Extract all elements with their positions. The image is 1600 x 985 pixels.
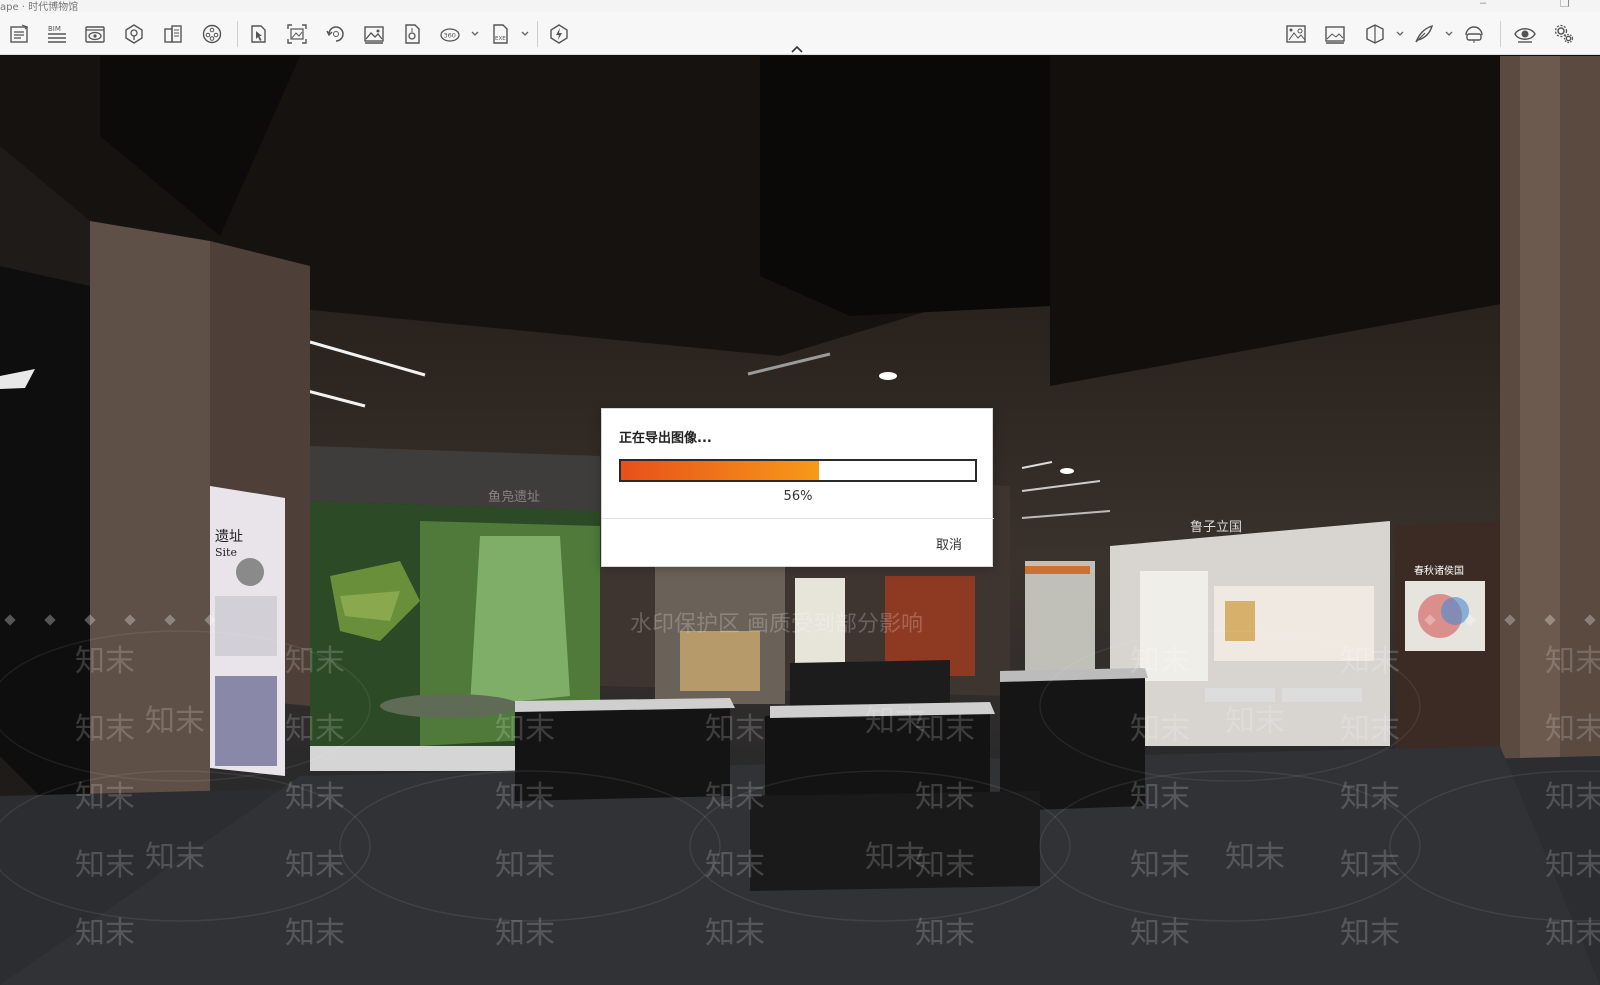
scene-icon[interactable]	[1283, 21, 1309, 47]
feather-icon[interactable]	[1411, 21, 1437, 47]
toolbar-separator	[1500, 21, 1501, 47]
panorama-360-icon[interactable]: 360	[437, 21, 463, 47]
lightning-icon[interactable]	[546, 21, 572, 47]
dialog-title: 正在导出图像...	[619, 431, 712, 446]
section-box-icon[interactable]	[1362, 21, 1388, 47]
section-dropdown-chevron-icon[interactable]	[1395, 29, 1405, 39]
exe-dropdown-chevron-icon[interactable]	[520, 29, 530, 39]
window-title: ape · 时代博物馆	[0, 2, 79, 12]
materials-icon[interactable]	[160, 21, 186, 47]
settings-wheel-icon[interactable]	[199, 21, 225, 47]
image-icon[interactable]	[1322, 21, 1348, 47]
image-frame-icon[interactable]	[284, 21, 310, 47]
panel-right-text: 春秋诸侯国	[1414, 564, 1464, 577]
chevron-up-icon[interactable]	[790, 43, 804, 55]
dialog-divider	[602, 518, 994, 519]
rotate-icon[interactable]	[323, 21, 349, 47]
main-toolbar: BIM 360 EXE	[0, 12, 1600, 55]
export-progress-dialog: 正在导出图像... 56% 取消	[601, 408, 994, 567]
panel-mid-text: 鲁子立国	[1190, 520, 1242, 535]
toolbar-separator	[237, 21, 238, 47]
bim-icon[interactable]: BIM	[44, 21, 70, 47]
picture-icon[interactable]	[361, 21, 387, 47]
pointer-file-icon[interactable]	[245, 21, 271, 47]
toolbar-separator	[537, 21, 538, 47]
app-window: ape · 时代博物馆 – ❐ BIM 360 EXE 遗址 Site 鱼凫遗址…	[0, 0, 1600, 985]
file-icon[interactable]	[399, 21, 425, 47]
vr-headset-icon[interactable]	[1461, 21, 1487, 47]
minimize-button[interactable]: –	[1480, 0, 1486, 9]
model-icon[interactable]	[121, 21, 147, 47]
eye-icon[interactable]	[1512, 21, 1538, 47]
restore-button[interactable]: ❐	[1560, 0, 1570, 10]
notes-icon[interactable]	[6, 21, 32, 47]
bim-label: BIM	[48, 25, 61, 33]
progress-percent-text: 56%	[783, 489, 813, 504]
site-title-text: 遗址	[215, 529, 243, 545]
panorama-dropdown-chevron-icon[interactable]	[470, 29, 480, 39]
gears-icon[interactable]	[1551, 21, 1577, 47]
site-sub-text: Site	[215, 546, 237, 559]
progress-bar	[619, 459, 977, 482]
banner-center-text: 鱼凫遗址	[488, 489, 540, 505]
exe-label: EXE	[495, 36, 506, 42]
feather-dropdown-chevron-icon[interactable]	[1444, 29, 1454, 39]
progress-fill	[621, 461, 820, 480]
title-bar: ape · 时代博物馆 – ❐	[0, 0, 1600, 12]
exe-export-icon[interactable]: EXE	[487, 21, 513, 47]
panorama-label: 360	[444, 32, 456, 40]
cancel-button[interactable]: 取消	[928, 530, 970, 556]
view-icon[interactable]	[82, 21, 108, 47]
